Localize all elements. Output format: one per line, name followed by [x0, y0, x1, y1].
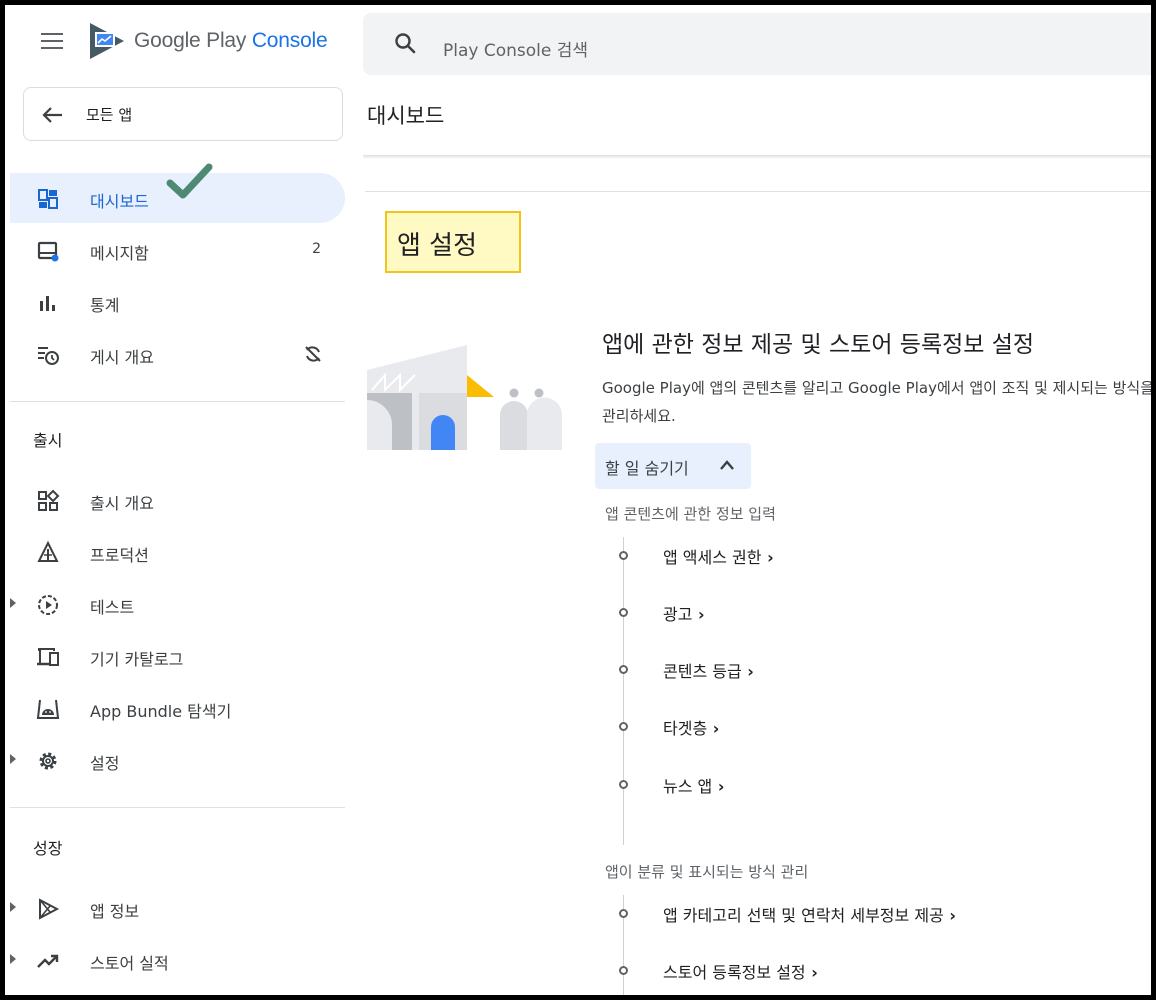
- testing-icon: [38, 595, 58, 615]
- inbox-count-badge: 2: [312, 241, 321, 257]
- sidebar-item-settings[interactable]: 설정: [10, 735, 345, 785]
- task-label[interactable]: 뉴스 앱: [663, 773, 724, 797]
- sidebar-item-store-presence[interactable]: 앱 정보: [10, 883, 345, 933]
- search-icon: [395, 33, 416, 54]
- task-label[interactable]: 스토어 등록정보 설정: [663, 959, 818, 983]
- task-timeline: [623, 537, 624, 845]
- growth-section-title: 성장: [33, 839, 63, 858]
- arrow-back-icon: [42, 107, 62, 123]
- task-status-circle: [619, 780, 628, 789]
- sidebar-item-label: 기기 카탈로그: [90, 650, 184, 669]
- sidebar-item-statistics[interactable]: 통계: [10, 277, 345, 327]
- task-label[interactable]: 콘텐츠 등급: [663, 658, 754, 682]
- task-label[interactable]: 광고: [663, 601, 705, 625]
- release-overview-icon: [38, 489, 60, 511]
- task-status-circle: [619, 909, 628, 918]
- checkmark-icon: [166, 163, 213, 199]
- sidebar-item-release-overview[interactable]: 출시 개요: [10, 475, 345, 525]
- trending-up-icon: [37, 954, 59, 968]
- sidebar-item-label: 프로덕션: [90, 546, 149, 565]
- sidebar-item-label: 게시 개요: [90, 348, 154, 367]
- menu-icon[interactable]: [41, 33, 63, 49]
- search-input[interactable]: Play Console 검색: [443, 36, 588, 61]
- sidebar-item-label: 출시 개요: [90, 494, 154, 513]
- android-icon: [36, 699, 60, 719]
- header-divider: [363, 155, 1151, 159]
- sync-off-icon: [305, 346, 321, 362]
- task-label[interactable]: 앱 액세스 권한: [663, 544, 774, 568]
- expand-caret-icon[interactable]: [10, 902, 16, 912]
- sidebar-item-app-bundle-explorer[interactable]: App Bundle 탐색기: [10, 683, 345, 733]
- sidebar-item-label: 설정: [90, 754, 120, 773]
- sidebar-item-label: 통계: [90, 296, 120, 315]
- page-title: 대시보드: [367, 104, 445, 128]
- sidebar-divider: [10, 807, 345, 808]
- sidebar-item-label: 메시지함: [90, 244, 149, 263]
- task-group-title: 앱이 분류 및 표시되는 방식 관리: [605, 863, 809, 881]
- sidebar-item-inbox[interactable]: 메시지함 2: [10, 225, 345, 275]
- sidebar-item-label: App Bundle 탐색기: [90, 702, 232, 721]
- play-console-logo: [90, 23, 124, 59]
- app-setup-illustration: [367, 345, 562, 450]
- sidebar-item-store-performance[interactable]: 스토어 실적: [10, 935, 345, 985]
- app-setup-card-title: 앱에 관한 정보 제공 및 스토어 등록정보 설정: [602, 332, 1035, 358]
- task-label[interactable]: 타겟층: [663, 715, 719, 739]
- sidebar-item-label: 스토어 실적: [90, 954, 169, 973]
- all-apps-label: 모든 앱: [86, 106, 133, 124]
- task-group-title: 앱 콘텐츠에 관한 정보 입력: [605, 505, 776, 523]
- gear-icon: [39, 752, 57, 770]
- app-setup-highlight: 앱 설정: [385, 211, 521, 273]
- sidebar-divider: [10, 401, 345, 402]
- top-bar: Google Play Console Play Console 검색: [5, 5, 1151, 77]
- chevron-up-icon: [720, 460, 734, 470]
- bar-chart-icon: [40, 296, 55, 311]
- sidebar-item-production[interactable]: 프로덕션: [10, 527, 345, 577]
- hide-tasks-label: 할 일 숨기기: [605, 459, 689, 478]
- dashboard-icon: [38, 189, 58, 209]
- expand-caret-icon[interactable]: [10, 754, 16, 764]
- task-status-circle: [619, 551, 628, 560]
- sidebar-item-label: 테스트: [90, 598, 135, 617]
- sidebar-item-label: 대시보드: [90, 192, 149, 211]
- expand-caret-icon[interactable]: [10, 954, 16, 964]
- publishing-overview-icon: [38, 347, 59, 365]
- sidebar-item-publishing-overview[interactable]: 게시 개요: [10, 329, 345, 379]
- sidebar: 모든 앱 대시보드 메시지함 2 통계 게시 개요 출시 출시 개요 프로덕션 …: [5, 77, 350, 995]
- production-icon: [37, 541, 59, 562]
- brand-main: Google Play: [134, 29, 247, 52]
- sidebar-item-label: 앱 정보: [90, 902, 140, 921]
- task-status-circle: [619, 966, 628, 975]
- task-status-circle: [619, 665, 628, 674]
- app-setup-title: 앱 설정: [397, 231, 478, 261]
- search-bar[interactable]: Play Console 검색: [363, 13, 1151, 75]
- task-status-circle: [619, 722, 628, 731]
- sidebar-item-device-catalog[interactable]: 기기 카탈로그: [10, 631, 345, 681]
- section-divider: [365, 191, 1151, 192]
- expand-caret-icon[interactable]: [10, 598, 16, 608]
- all-apps-button[interactable]: 모든 앱: [23, 87, 343, 141]
- hide-tasks-button[interactable]: 할 일 숨기기: [595, 443, 751, 489]
- play-console-window: Google Play Console Play Console 검색 모든 앱: [0, 0, 1156, 1000]
- inbox-icon: [37, 241, 59, 262]
- brand-name: Google Play Console: [134, 29, 328, 53]
- play-store-icon: [39, 898, 60, 920]
- brand-accent: Console: [251, 29, 328, 52]
- sidebar-item-testing[interactable]: 테스트: [10, 579, 345, 629]
- device-catalog-icon: [37, 648, 59, 666]
- task-status-circle: [619, 608, 628, 617]
- task-label[interactable]: 앱 카테고리 선택 및 연락처 세부정보 제공: [663, 902, 956, 926]
- app-setup-card-description: Google Play에 앱의 콘텐츠를 알리고 Google Play에서 앱…: [602, 379, 1155, 425]
- release-section-title: 출시: [33, 431, 63, 450]
